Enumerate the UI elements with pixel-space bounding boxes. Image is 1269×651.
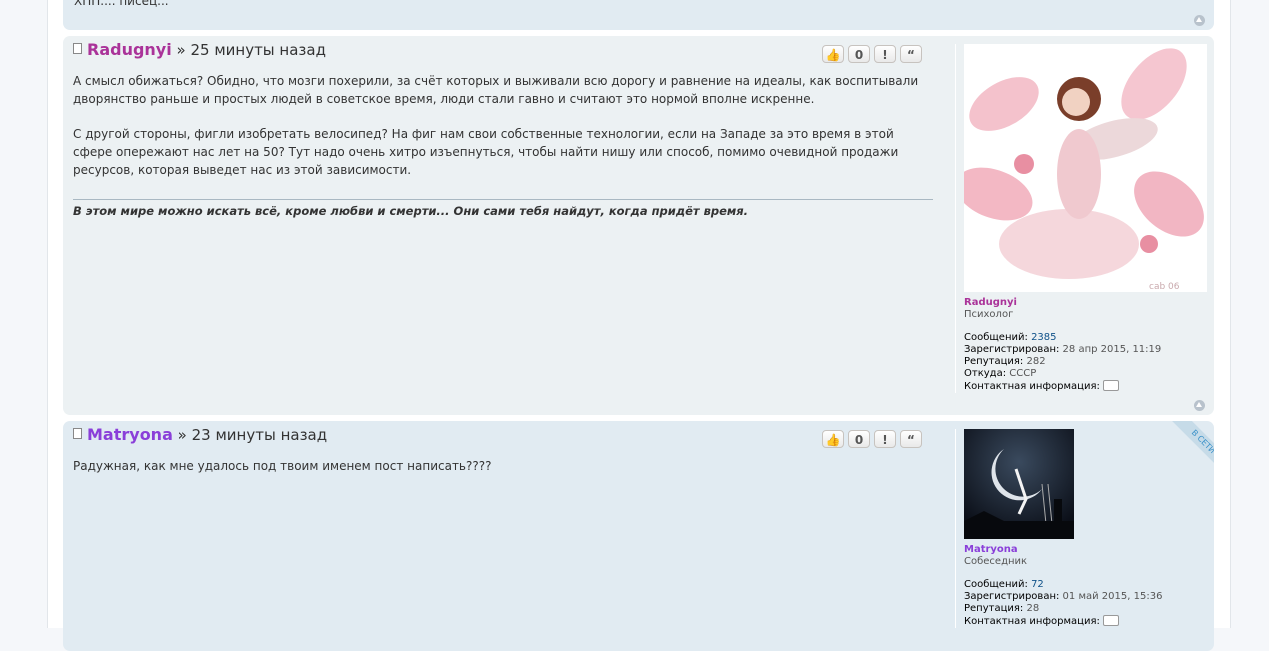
post-author-link[interactable]: Matryona	[87, 425, 173, 444]
report-button[interactable]: !	[874, 45, 896, 63]
post-paragraph: Радужная, как мне удалось под твоим имен…	[73, 459, 492, 473]
posts-label: Сообщений:	[964, 332, 1028, 343]
post-separator: »	[177, 426, 187, 444]
back-to-top-icon[interactable]	[1194, 400, 1205, 411]
registered-value: 01 май 2015, 15:36	[1062, 591, 1163, 602]
reputation-value: 28	[1026, 603, 1040, 614]
post-buttons: 👍 0 ! “	[822, 430, 922, 448]
posts-count-link[interactable]: 72	[1031, 579, 1044, 590]
post-document-icon[interactable]	[73, 428, 82, 439]
post-separator: »	[176, 41, 186, 59]
profile-contact-row: Контактная информация:	[964, 615, 1162, 628]
post-time: 23 минуты назад	[191, 426, 328, 444]
reputation-value: 282	[1026, 356, 1046, 367]
previous-post-text: ХПП.... писец...	[74, 0, 169, 8]
profile-reputation-row: Репутация: 282	[964, 356, 1207, 368]
post-document-icon[interactable]	[73, 43, 82, 54]
profile-rank: Собеседник	[964, 556, 1028, 567]
profile-rank: Психолог	[964, 309, 1014, 320]
post-paragraph: А смысл обижаться? Обидно, что мозги пох…	[73, 74, 919, 106]
post-signature: В этом мире можно искать всё, кроме любв…	[73, 199, 933, 218]
contact-label: Контактная информация:	[964, 616, 1100, 627]
contact-label: Контактная информация:	[964, 381, 1100, 392]
like-button[interactable]: 👍	[822, 45, 844, 63]
post-buttons: 👍 0 ! “	[822, 45, 922, 63]
avatar-watermark: cab 06	[1149, 282, 1180, 292]
profile-username[interactable]: Radugnyi	[964, 297, 1207, 309]
profile-location-row: Откуда: СССР	[964, 368, 1207, 380]
rating-button[interactable]: 0	[848, 45, 870, 63]
posts-count-link[interactable]: 2385	[1031, 332, 1056, 343]
contact-chat-icon[interactable]	[1102, 380, 1119, 391]
location-value: СССР	[1009, 368, 1037, 379]
reputation-label: Репутация:	[964, 603, 1024, 614]
post-author-link[interactable]: Radugnyi	[87, 40, 172, 59]
post-profile: cab 06 Radugnyi Психолог Сообщений: 2385…	[955, 44, 1207, 393]
user-avatar[interactable]: cab 06	[964, 44, 1207, 292]
post-time: 25 минуты назад	[190, 41, 326, 59]
profile-registered-row: Зарегистрирован: 01 май 2015, 15:36	[964, 591, 1162, 603]
reputation-label: Репутация:	[964, 356, 1024, 367]
profile-registered-row: Зарегистрирован: 28 апр 2015, 11:19	[964, 344, 1207, 356]
post-profile: Matryona Собеседник Сообщений: 72 Зареги…	[955, 429, 1162, 628]
post-radugnyi: Radugnyi » 25 минуты назад 👍 0 ! “ А смы…	[63, 36, 1214, 415]
like-button[interactable]: 👍	[822, 430, 844, 448]
post-paragraph: С другой стороны, фигли изобретать велос…	[73, 127, 899, 177]
user-avatar[interactable]	[964, 429, 1074, 539]
profile-username[interactable]: Matryona	[964, 544, 1162, 556]
profile-reputation-row: Репутация: 28	[964, 603, 1162, 615]
contact-chat-icon[interactable]	[1102, 615, 1119, 626]
profile-posts-row: Сообщений: 72	[964, 579, 1162, 591]
registered-label: Зарегистрирован:	[964, 591, 1060, 602]
online-badge-text: В СЕТИ	[1166, 421, 1214, 479]
post-content: Радужная, как мне удалось под твоим имен…	[73, 457, 933, 492]
back-to-top-icon[interactable]	[1194, 15, 1205, 26]
post-matryona: В СЕТИ Matryona » 23 минуты назад 👍 0 ! …	[63, 421, 1214, 651]
registered-label: Зарегистрирован:	[964, 344, 1060, 355]
profile-contact-row: Контактная информация:	[964, 380, 1207, 393]
online-badge: В СЕТИ	[1156, 421, 1214, 479]
page-container: ХПП.... писец... Radugnyi » 25 минуты на…	[47, 0, 1231, 651]
report-button[interactable]: !	[874, 430, 896, 448]
location-label: Откуда:	[964, 368, 1007, 379]
previous-post: ХПП.... писец...	[63, 0, 1214, 30]
profile-posts-row: Сообщений: 2385	[964, 332, 1207, 344]
registered-value: 28 апр 2015, 11:19	[1062, 344, 1162, 355]
quote-button[interactable]: “	[900, 430, 922, 448]
rating-button[interactable]: 0	[848, 430, 870, 448]
post-header: Matryona » 23 минуты назад	[73, 425, 327, 444]
post-header: Radugnyi » 25 минуты назад	[73, 40, 326, 59]
quote-button[interactable]: “	[900, 45, 922, 63]
post-content: А смысл обижаться? Обидно, что мозги пох…	[73, 72, 933, 196]
posts-label: Сообщений:	[964, 579, 1028, 590]
